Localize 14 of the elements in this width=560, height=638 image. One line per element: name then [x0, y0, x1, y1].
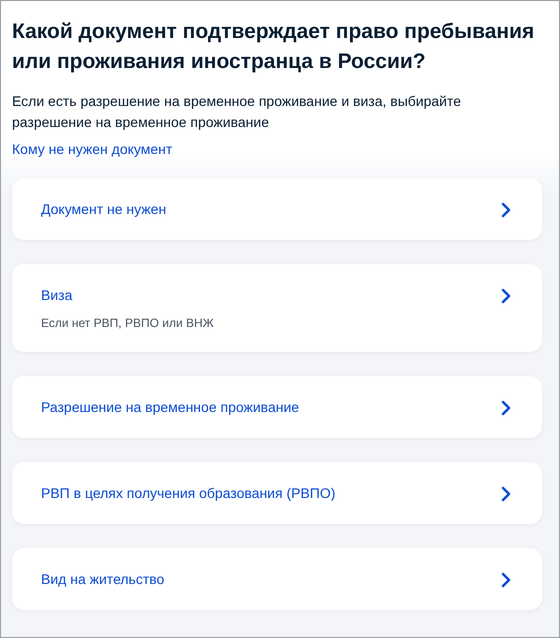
chevron-right-icon	[500, 202, 512, 218]
option-card[interactable]: Разрешение на временное проживание	[12, 376, 542, 438]
option-card[interactable]: Вид на жительство	[12, 548, 542, 610]
option-card[interactable]: РВП в целях получения образования (РВПО)	[12, 462, 542, 524]
chevron-right-icon	[500, 486, 512, 502]
help-link[interactable]: Кому не нужен документ	[12, 139, 172, 160]
option-note: Если нет РВП, РВПО или ВНЖ	[41, 315, 214, 331]
chevron-right-icon	[500, 400, 512, 416]
question-title: Какой документ подтверждает право пребывания или проживания иностранца в России?	[12, 19, 536, 75]
hint-text: Если есть разрешение на временное проживание и виза, выбирайте разрешение на временное проживание	[12, 92, 462, 132]
chevron-right-icon	[500, 288, 512, 304]
option-card[interactable]: Виза Если нет РВП, РВПО или ВНЖ	[12, 264, 542, 352]
chevron-right-icon	[500, 572, 512, 588]
option-card[interactable]: Документ не нужен	[12, 178, 542, 240]
